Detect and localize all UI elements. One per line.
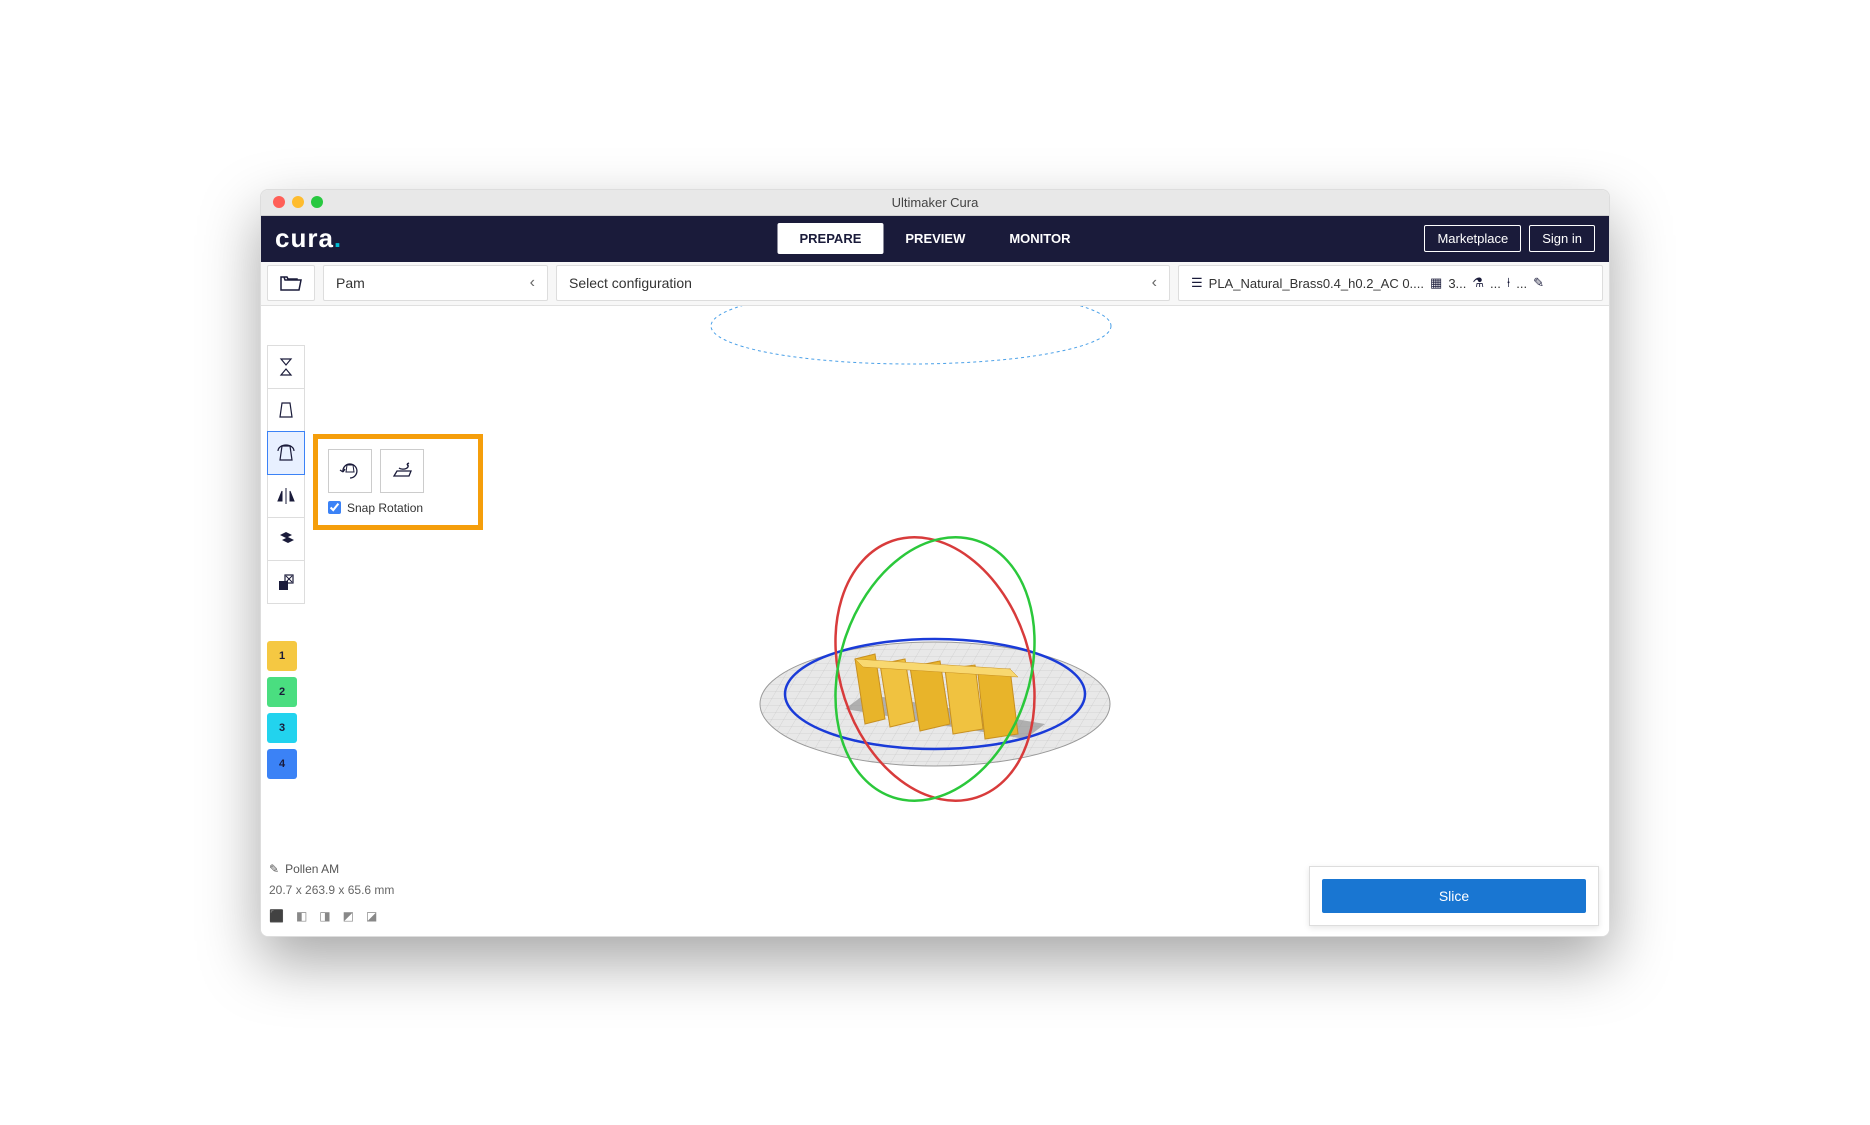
viewport[interactable]: 1 2 3 4 Snap Rotation: [261, 306, 1609, 936]
app-logo: cura.: [275, 223, 342, 254]
object-name-row: ✎ Pollen AM: [269, 859, 394, 881]
object-dimensions: 20.7 x 263.9 x 65.6 mm: [269, 880, 394, 902]
scale-tool[interactable]: [267, 388, 305, 432]
pencil-icon: ✎: [1533, 275, 1544, 291]
logo-dot: .: [334, 223, 342, 254]
rotate-tool[interactable]: [267, 431, 305, 475]
print-settings-dropdown[interactable]: ☰ PLA_Natural_Brass0.4_h0.2_AC 0.... ▦ 3…: [1178, 265, 1603, 301]
lay-flat-button[interactable]: [380, 449, 424, 493]
view-front-icon[interactable]: ◧: [296, 906, 307, 928]
build-volume-top-ring: [681, 306, 1141, 386]
rotate-panel-buttons: [328, 449, 468, 493]
slice-button[interactable]: Slice: [1322, 879, 1586, 913]
support-icon: ⚗: [1472, 275, 1484, 291]
profile-icon: ☰: [1191, 275, 1203, 291]
object-name: Pollen AM: [285, 859, 339, 881]
adhesion-icon: ⍿: [1507, 275, 1510, 291]
titlebar: Ultimaker Cura: [261, 190, 1609, 216]
transform-toolbar: [267, 346, 305, 604]
slice-panel: Slice: [1309, 866, 1599, 926]
reset-rotation-button[interactable]: [328, 449, 372, 493]
pencil-icon: ✎: [269, 859, 279, 881]
open-file-button[interactable]: [267, 265, 315, 301]
tab-prepare[interactable]: PREPARE: [777, 223, 883, 254]
infill-value: 3...: [1448, 276, 1466, 291]
snap-rotation-input[interactable]: [328, 501, 341, 514]
view-top-icon[interactable]: ◨: [319, 906, 330, 928]
marketplace-button[interactable]: Marketplace: [1424, 225, 1521, 252]
support-ellipsis: ...: [1490, 276, 1501, 291]
infill-icon: ▦: [1430, 275, 1442, 291]
config-bar: Pam ‹ Select configuration ‹ ☰ PLA_Natur…: [261, 262, 1609, 306]
per-model-settings-tool[interactable]: [267, 517, 305, 561]
extruder-4[interactable]: 4: [267, 749, 297, 779]
printer-name: Pam: [336, 275, 365, 291]
chevron-left-icon: ‹: [1152, 274, 1157, 292]
stage-tabs: PREPARE PREVIEW MONITOR: [777, 223, 1092, 254]
extruder-3[interactable]: 3: [267, 713, 297, 743]
profile-name: PLA_Natural_Brass0.4_h0.2_AC 0....: [1209, 276, 1424, 291]
support-blocker-tool[interactable]: [267, 560, 305, 604]
snap-rotation-checkbox[interactable]: Snap Rotation: [328, 501, 468, 515]
configuration-dropdown[interactable]: Select configuration ‹: [556, 265, 1170, 301]
tab-preview[interactable]: PREVIEW: [883, 223, 987, 254]
signin-button[interactable]: Sign in: [1529, 225, 1595, 252]
topbar: cura. PREPARE PREVIEW MONITOR Marketplac…: [261, 216, 1609, 262]
move-tool[interactable]: [267, 345, 305, 389]
view-right-icon[interactable]: ◪: [366, 906, 377, 928]
extruder-1[interactable]: 1: [267, 641, 297, 671]
extruder-2[interactable]: 2: [267, 677, 297, 707]
object-info: ✎ Pollen AM 20.7 x 263.9 x 65.6 mm ⬛ ◧ ◨…: [269, 859, 394, 928]
chevron-left-icon: ‹: [530, 274, 535, 292]
view-left-icon[interactable]: ◩: [343, 906, 354, 928]
snap-rotation-label: Snap Rotation: [347, 501, 423, 515]
printer-dropdown[interactable]: Pam ‹: [323, 265, 548, 301]
view-mode-icons: ⬛ ◧ ◨ ◩ ◪: [269, 906, 394, 928]
adhesion-ellipsis: ...: [1516, 276, 1527, 291]
topbar-right: Marketplace Sign in: [1424, 225, 1595, 252]
logo-text: cura: [275, 223, 334, 254]
app-window: Ultimaker Cura cura. PREPARE PREVIEW MON…: [260, 189, 1610, 937]
rotate-panel: Snap Rotation: [313, 434, 483, 530]
extruder-selector: 1 2 3 4: [267, 641, 297, 779]
view-3d-icon[interactable]: ⬛: [269, 906, 284, 928]
config-label: Select configuration: [569, 275, 692, 291]
tab-monitor[interactable]: MONITOR: [987, 223, 1092, 254]
window-title: Ultimaker Cura: [261, 195, 1609, 210]
build-plate: [725, 509, 1145, 829]
mirror-tool[interactable]: [267, 474, 305, 518]
